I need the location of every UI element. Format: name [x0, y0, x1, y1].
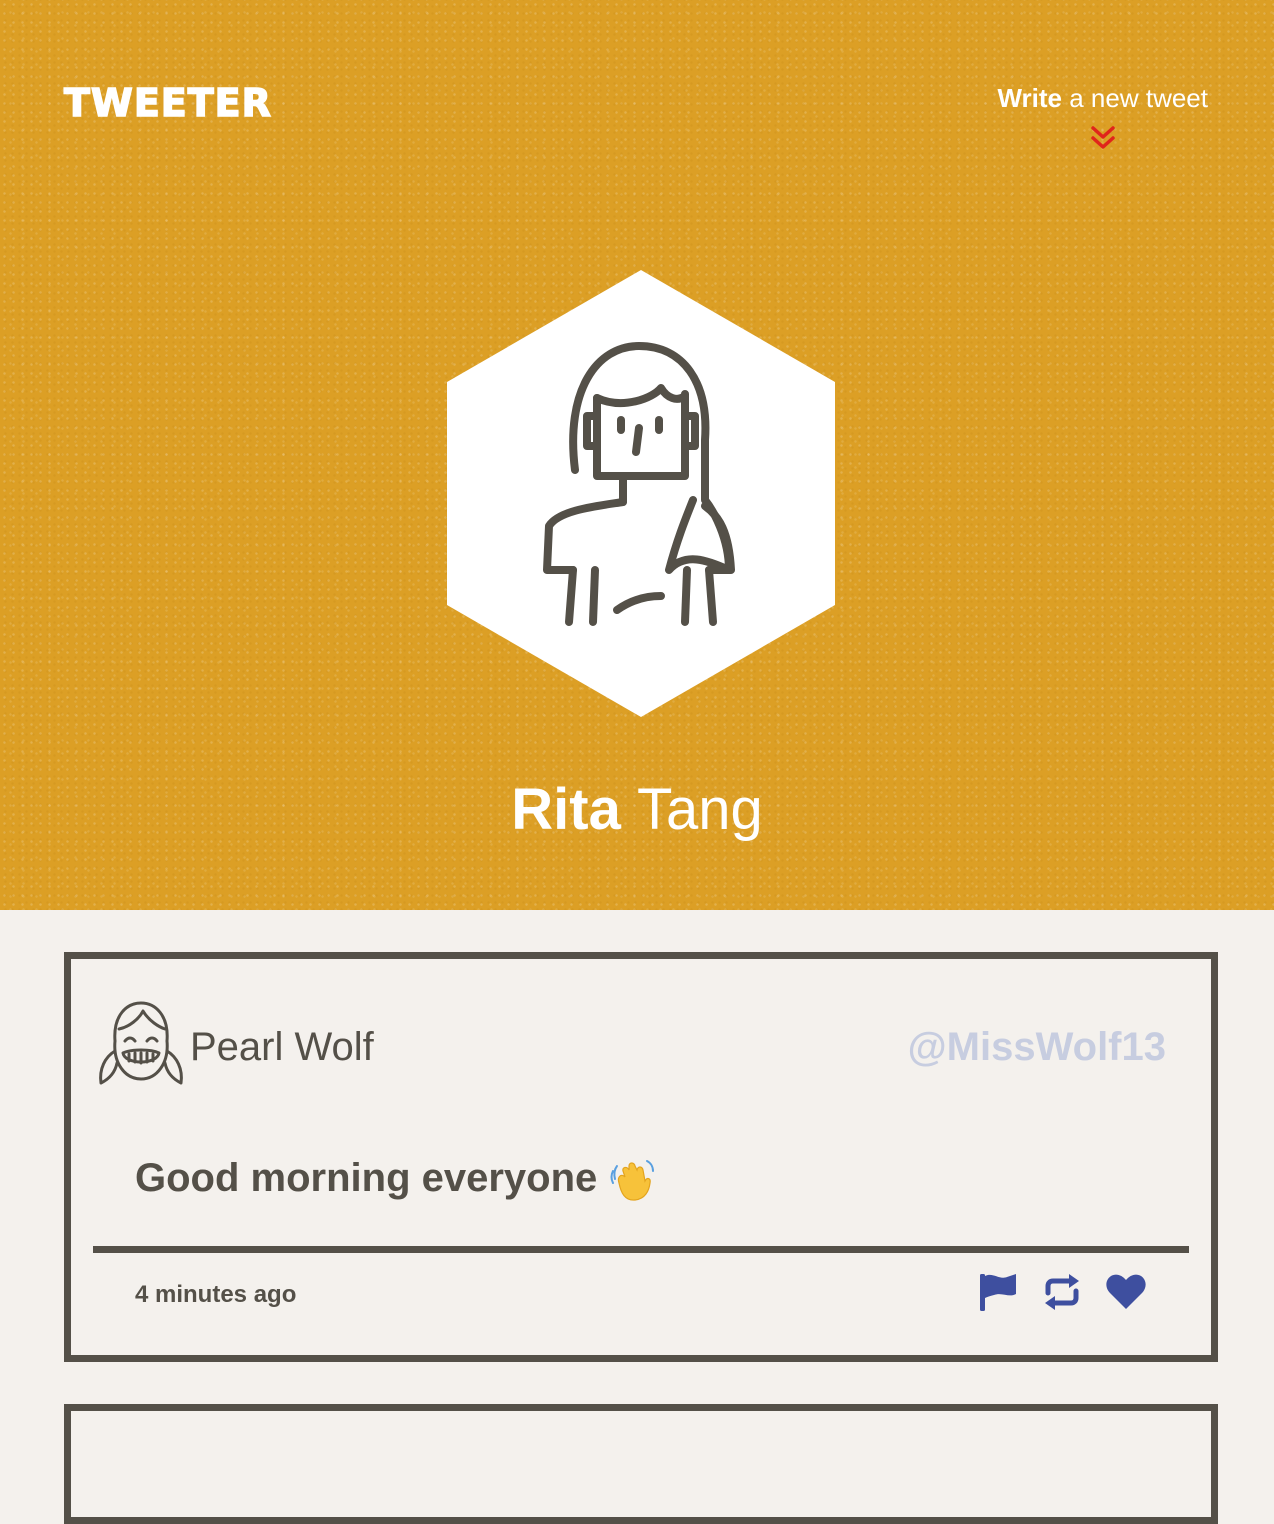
- heart-icon[interactable]: [1105, 1271, 1147, 1313]
- woman-avatar-icon: [447, 270, 835, 717]
- tweet-author-name[interactable]: Pearl Wolf: [190, 1025, 374, 1069]
- tweet-body: Good morning everyone: [135, 1156, 655, 1203]
- brand-logo[interactable]: TWEETER: [63, 83, 272, 123]
- profile-first-name: Rita: [511, 777, 621, 842]
- tweet-author-handle[interactable]: @MissWolf13: [908, 1025, 1166, 1069]
- double-chevron-down-icon[interactable]: [1090, 123, 1116, 153]
- tweet-text: Good morning everyone: [135, 1156, 598, 1200]
- flag-icon[interactable]: [977, 1271, 1019, 1313]
- write-tweet-toggle[interactable]: Write a new tweet: [997, 84, 1208, 153]
- girl-laughing-avatar-icon: [99, 1001, 183, 1085]
- tweet-divider: [93, 1246, 1189, 1253]
- write-tweet-label[interactable]: Write a new tweet: [997, 84, 1208, 113]
- tweet-card: Pearl Wolf @MissWolf13 Good morning ever…: [64, 952, 1218, 1362]
- tweet-timestamp: 4 minutes ago: [135, 1281, 297, 1308]
- profile-header: TWEETER Write a new tweet Rita Tang: [0, 0, 1274, 910]
- write-tweet-label-strong[interactable]: Write: [997, 83, 1062, 113]
- waving-hand-emoji-icon: [610, 1160, 655, 1202]
- profile-last-name: Tang: [636, 777, 763, 842]
- profile-name: Rita Tang: [0, 778, 1274, 842]
- tweet-actions: [977, 1271, 1147, 1313]
- write-tweet-label-rest[interactable]: a new tweet: [1062, 83, 1208, 113]
- tweet-card: [64, 1404, 1218, 1524]
- retweet-icon[interactable]: [1041, 1271, 1083, 1313]
